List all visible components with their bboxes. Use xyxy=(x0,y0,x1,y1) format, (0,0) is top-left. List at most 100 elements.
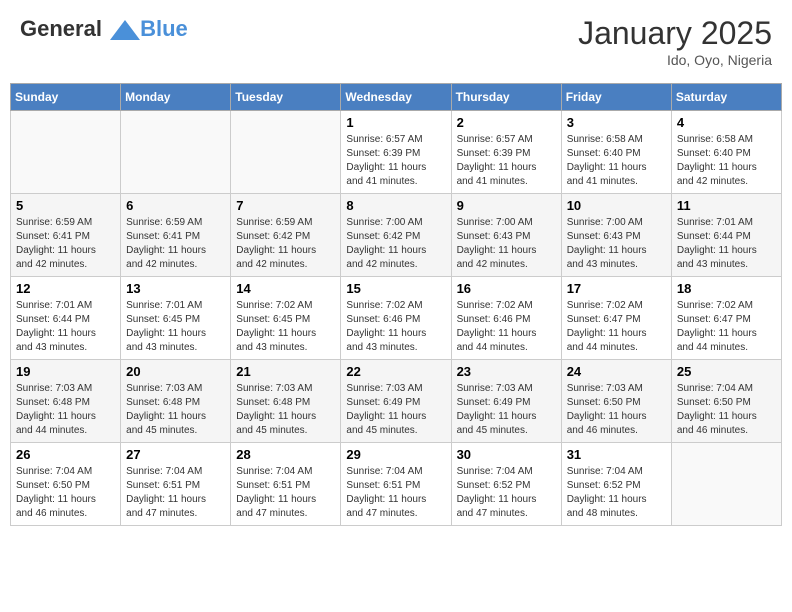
calendar-header-row: SundayMondayTuesdayWednesdayThursdayFrid… xyxy=(11,84,782,111)
calendar-cell: 27Sunrise: 7:04 AMSunset: 6:51 PMDayligh… xyxy=(121,443,231,526)
day-number: 29 xyxy=(346,447,445,462)
logo-text-blue: Blue xyxy=(140,16,188,41)
calendar-cell: 22 Sunrise: 7:03 AMSunset: 6:49 PMDayligh… xyxy=(341,360,451,443)
day-number: 23 xyxy=(457,364,556,379)
day-number: 3 xyxy=(567,115,666,130)
column-header-thursday: Thursday xyxy=(451,84,561,111)
day-number: 17 xyxy=(567,281,666,296)
column-header-friday: Friday xyxy=(561,84,671,111)
day-number: 13 xyxy=(126,281,225,296)
logo-text-general: General xyxy=(20,16,102,41)
calendar-cell: 16 Sunrise: 7:02 AMSunset: 6:46 PMDayligh… xyxy=(451,277,561,360)
day-info: Sunrise: 6:58 AMSunset: 6:40 PMDaylight:… xyxy=(677,133,776,189)
day-info: Sunrise: 7:04 AMSunset: 6:52 PMDaylight:… xyxy=(457,465,556,521)
column-header-tuesday: Tuesday xyxy=(231,84,341,111)
calendar-cell: 31 Sunrise: 7:04 AMSunset: 6:52 PMDayligh… xyxy=(561,443,671,526)
day-number: 11 xyxy=(677,198,776,213)
day-info: Sunrise: 7:00 AMSunset: 6:43 PMDaylight:… xyxy=(567,216,666,272)
day-info: Sunrise: 6:59 AMSunset: 6:41 PMDaylight:… xyxy=(126,216,225,272)
calendar-cell: 12 Sunrise: 7:01 AMSunset: 6:44 PMDayligh… xyxy=(11,277,121,360)
calendar-cell: 13 Sunrise: 7:01 AMSunset: 6:45 PMDayligh… xyxy=(121,277,231,360)
calendar-cell: 20 Sunrise: 7:03 AMSunset: 6:48 PMDayligh… xyxy=(121,360,231,443)
day-number: 28 xyxy=(236,447,335,462)
day-number: 12 xyxy=(16,281,115,296)
calendar-cell: 26Sunrise: 7:04 AMSunset: 6:50 PMDayligh… xyxy=(11,443,121,526)
day-info: Sunrise: 7:04 AMSunset: 6:51 PMDaylight:… xyxy=(236,465,335,521)
calendar-cell xyxy=(11,111,121,194)
month-title: January 2025 xyxy=(578,15,772,52)
calendar-cell: 4Sunrise: 6:58 AMSunset: 6:40 PMDaylight… xyxy=(671,111,781,194)
calendar-cell: 18Sunrise: 7:02 AMSunset: 6:47 PMDayligh… xyxy=(671,277,781,360)
day-number: 24 xyxy=(567,364,666,379)
calendar-cell: 8Sunrise: 7:00 AMSunset: 6:42 PMDaylight… xyxy=(341,194,451,277)
day-number: 6 xyxy=(126,198,225,213)
calendar-cell: 15 Sunrise: 7:02 AMSunset: 6:46 PMDayligh… xyxy=(341,277,451,360)
day-info: Sunrise: 7:03 AMSunset: 6:48 PMDaylight:… xyxy=(16,382,115,438)
calendar-cell: 6 Sunrise: 6:59 AMSunset: 6:41 PMDaylight… xyxy=(121,194,231,277)
calendar-cell: 9Sunrise: 7:00 AMSunset: 6:43 PMDaylight… xyxy=(451,194,561,277)
calendar-week-row: 12 Sunrise: 7:01 AMSunset: 6:44 PMDayligh… xyxy=(11,277,782,360)
calendar-week-row: 1 Sunrise: 6:57 AMSunset: 6:39 PMDaylight… xyxy=(11,111,782,194)
calendar-cell xyxy=(121,111,231,194)
day-info: Sunrise: 7:03 AMSunset: 6:48 PMDaylight:… xyxy=(236,382,335,438)
calendar-cell: 3Sunrise: 6:58 AMSunset: 6:40 PMDaylight… xyxy=(561,111,671,194)
day-number: 22 xyxy=(346,364,445,379)
day-number: 18 xyxy=(677,281,776,296)
day-info: Sunrise: 6:57 AMSunset: 6:39 PMDaylight:… xyxy=(457,133,556,189)
calendar-cell: 1 Sunrise: 6:57 AMSunset: 6:39 PMDaylight… xyxy=(341,111,451,194)
calendar-cell: 10 Sunrise: 7:00 AMSunset: 6:43 PMDayligh… xyxy=(561,194,671,277)
calendar-cell: 19 Sunrise: 7:03 AMSunset: 6:48 PMDayligh… xyxy=(11,360,121,443)
day-number: 14 xyxy=(236,281,335,296)
page-header: General Blue January 2025 Ido, Oyo, Nige… xyxy=(10,10,782,73)
calendar-week-row: 26Sunrise: 7:04 AMSunset: 6:50 PMDayligh… xyxy=(11,443,782,526)
title-area: January 2025 Ido, Oyo, Nigeria xyxy=(578,15,772,68)
day-number: 20 xyxy=(126,364,225,379)
column-header-monday: Monday xyxy=(121,84,231,111)
day-info: Sunrise: 6:57 AMSunset: 6:39 PMDaylight:… xyxy=(346,133,445,189)
day-info: Sunrise: 7:02 AMSunset: 6:45 PMDaylight:… xyxy=(236,299,335,355)
day-info: Sunrise: 7:04 AMSunset: 6:52 PMDaylight:… xyxy=(567,465,666,521)
day-info: Sunrise: 7:03 AMSunset: 6:48 PMDaylight:… xyxy=(126,382,225,438)
day-info: Sunrise: 7:04 AMSunset: 6:50 PMDaylight:… xyxy=(16,465,115,521)
day-number: 16 xyxy=(457,281,556,296)
day-info: Sunrise: 7:01 AMSunset: 6:45 PMDaylight:… xyxy=(126,299,225,355)
calendar-cell: 28 Sunrise: 7:04 AMSunset: 6:51 PMDayligh… xyxy=(231,443,341,526)
day-info: Sunrise: 7:04 AMSunset: 6:50 PMDaylight:… xyxy=(677,382,776,438)
day-number: 1 xyxy=(346,115,445,130)
day-number: 7 xyxy=(236,198,335,213)
calendar-cell xyxy=(671,443,781,526)
day-number: 5 xyxy=(16,198,115,213)
day-info: Sunrise: 7:01 AMSunset: 6:44 PMDaylight:… xyxy=(677,216,776,272)
day-info: Sunrise: 7:02 AMSunset: 6:47 PMDaylight:… xyxy=(567,299,666,355)
day-number: 15 xyxy=(346,281,445,296)
day-number: 19 xyxy=(16,364,115,379)
calendar-cell: 21Sunrise: 7:03 AMSunset: 6:48 PMDayligh… xyxy=(231,360,341,443)
day-info: Sunrise: 7:02 AMSunset: 6:46 PMDaylight:… xyxy=(457,299,556,355)
calendar-cell: 24 Sunrise: 7:03 AMSunset: 6:50 PMDayligh… xyxy=(561,360,671,443)
day-info: Sunrise: 7:03 AMSunset: 6:49 PMDaylight:… xyxy=(346,382,445,438)
column-header-wednesday: Wednesday xyxy=(341,84,451,111)
calendar-cell: 29Sunrise: 7:04 AMSunset: 6:51 PMDayligh… xyxy=(341,443,451,526)
day-number: 30 xyxy=(457,447,556,462)
location: Ido, Oyo, Nigeria xyxy=(578,52,772,68)
day-info: Sunrise: 7:02 AMSunset: 6:46 PMDaylight:… xyxy=(346,299,445,355)
calendar-cell: 11 Sunrise: 7:01 AMSunset: 6:44 PMDayligh… xyxy=(671,194,781,277)
calendar-cell: 14 Sunrise: 7:02 AMSunset: 6:45 PMDayligh… xyxy=(231,277,341,360)
day-info: Sunrise: 7:01 AMSunset: 6:44 PMDaylight:… xyxy=(16,299,115,355)
calendar-cell: 25Sunrise: 7:04 AMSunset: 6:50 PMDayligh… xyxy=(671,360,781,443)
day-number: 31 xyxy=(567,447,666,462)
day-info: Sunrise: 7:03 AMSunset: 6:50 PMDaylight:… xyxy=(567,382,666,438)
day-number: 2 xyxy=(457,115,556,130)
day-number: 10 xyxy=(567,198,666,213)
calendar-week-row: 19 Sunrise: 7:03 AMSunset: 6:48 PMDayligh… xyxy=(11,360,782,443)
day-info: Sunrise: 6:59 AMSunset: 6:42 PMDaylight:… xyxy=(236,216,335,272)
calendar-cell: 30 Sunrise: 7:04 AMSunset: 6:52 PMDayligh… xyxy=(451,443,561,526)
calendar-cell: 17 Sunrise: 7:02 AMSunset: 6:47 PMDayligh… xyxy=(561,277,671,360)
day-info: Sunrise: 7:03 AMSunset: 6:49 PMDaylight:… xyxy=(457,382,556,438)
calendar-week-row: 5 Sunrise: 6:59 AMSunset: 6:41 PMDaylight… xyxy=(11,194,782,277)
day-number: 8 xyxy=(346,198,445,213)
calendar-cell: 23 Sunrise: 7:03 AMSunset: 6:49 PMDayligh… xyxy=(451,360,561,443)
day-info: Sunrise: 7:00 AMSunset: 6:43 PMDaylight:… xyxy=(457,216,556,272)
logo: General Blue xyxy=(20,15,188,45)
column-header-saturday: Saturday xyxy=(671,84,781,111)
